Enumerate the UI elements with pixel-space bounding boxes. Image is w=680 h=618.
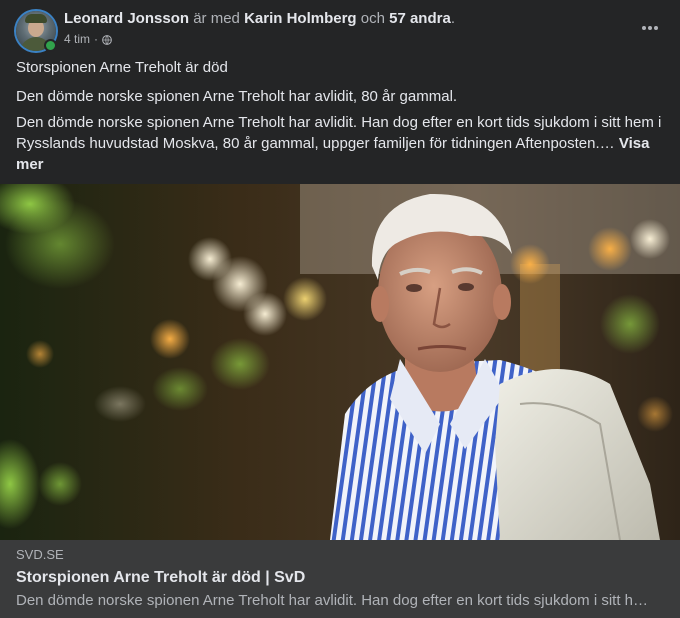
more-options-button[interactable] bbox=[636, 14, 664, 42]
post-text-line-1: Storspionen Arne Treholt är död bbox=[16, 59, 228, 76]
tagged-person[interactable]: Karin Holmberg bbox=[244, 10, 357, 27]
globe-icon bbox=[102, 34, 112, 45]
post-card: Leonard Jonsson är med Karin Holmberg oc… bbox=[0, 0, 680, 618]
post-headline: Leonard Jonsson är med Karin Holmberg oc… bbox=[64, 9, 455, 28]
with-text: är med bbox=[193, 10, 240, 27]
author-name[interactable]: Leonard Jonsson bbox=[64, 10, 189, 27]
post-meta: 4 tim · bbox=[64, 32, 112, 46]
link-preview-image[interactable] bbox=[0, 184, 680, 540]
portrait-photo bbox=[0, 184, 680, 540]
and-text: och bbox=[360, 10, 385, 27]
link-title[interactable]: Storspionen Arne Treholt är död | SvD bbox=[16, 568, 305, 588]
post-text-body: Den dömde norske spionen Arne Treholt ha… bbox=[16, 114, 662, 152]
post-text-line-2: Den dömde norske spionen Arne Treholt ha… bbox=[16, 88, 458, 105]
online-status-indicator bbox=[44, 39, 57, 52]
link-domain: SVD.SE bbox=[16, 547, 64, 562]
link-description: Den dömde norske spionen Arne Treholt ha… bbox=[16, 592, 656, 609]
link-preview[interactable]: SVD.SE Storspionen Arne Treholt är död |… bbox=[0, 540, 680, 618]
post-timestamp[interactable]: 4 tim bbox=[64, 32, 90, 46]
post-text-line-3: Den dömde norske spionen Arne Treholt ha… bbox=[16, 112, 664, 175]
three-dots-icon bbox=[642, 26, 658, 30]
post-header: Leonard Jonsson är med Karin Holmberg oc… bbox=[0, 0, 680, 54]
others-link[interactable]: 57 andra bbox=[389, 10, 451, 27]
headline-period: . bbox=[450, 10, 455, 27]
meta-separator: · bbox=[94, 32, 99, 46]
